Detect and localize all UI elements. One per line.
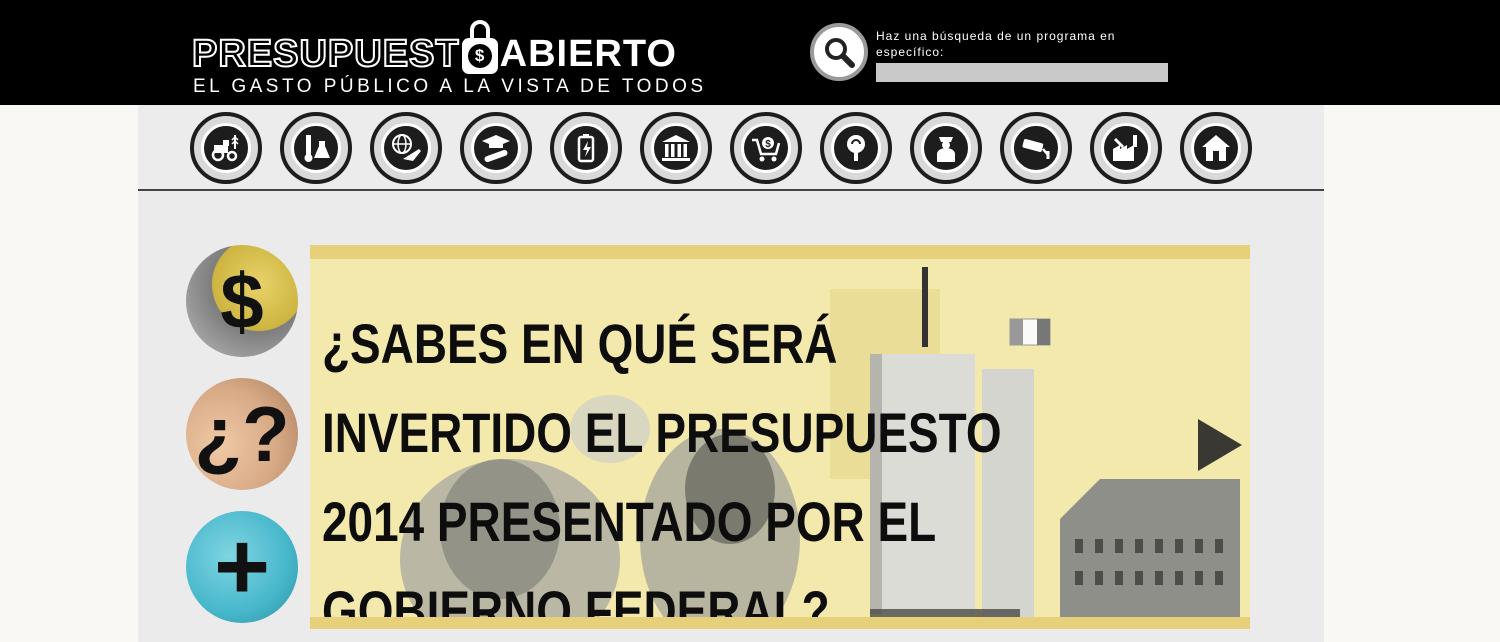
headline-line: 2014 PRESENTADO POR EL — [322, 490, 937, 553]
logo-dollar: $ — [467, 44, 492, 68]
side-button-plus[interactable]: + — [186, 511, 298, 623]
search-button[interactable] — [810, 23, 868, 81]
category-security-button[interactable] — [910, 112, 982, 184]
open-lock-icon: $ — [461, 20, 498, 76]
category-agriculture-button[interactable] — [190, 112, 262, 184]
category-government-button[interactable] — [640, 112, 712, 184]
category-economy-button[interactable]: $ — [730, 112, 802, 184]
headline-line: INVERTIDO EL PRESUPUESTO — [322, 401, 1002, 464]
police-officer-icon — [937, 137, 955, 162]
play-arrow-icon[interactable] — [1198, 419, 1242, 471]
category-energy-button[interactable] — [550, 112, 622, 184]
search-icon — [825, 38, 855, 68]
category-nav: $ — [138, 105, 1324, 191]
presupuesto-abierto-logo[interactable]: PRESUPUEST $ ABIERTO EL GASTO PÚBLICO A … — [191, 6, 703, 98]
category-science-button[interactable] — [280, 112, 352, 184]
category-housing-button[interactable] — [1180, 112, 1252, 184]
side-button-question[interactable]: ¿? — [186, 378, 298, 490]
recycle-tree-icon — [847, 135, 865, 161]
plus-icon: + — [213, 513, 271, 620]
headline-line: ¿SABES EN QUÉ SERÁ — [322, 312, 838, 375]
logo-tagline: EL GASTO PÚBLICO A LA VISTA DE TODOS — [193, 76, 707, 97]
content-panel: $ $ ¿? + ¿SABES EN QUÉ SERÁ INVERTIDO EL… — [138, 105, 1324, 642]
dollar-icon: $ — [220, 257, 264, 345]
question-icon: ¿? — [194, 390, 290, 478]
category-industry-button[interactable] — [1090, 112, 1162, 184]
factory-wrench-icon — [1113, 135, 1137, 161]
site-header: PRESUPUEST $ ABIERTO EL GASTO PÚBLICO A … — [0, 0, 1500, 105]
category-surveillance-button[interactable] — [1000, 112, 1072, 184]
tractor-wheat-icon — [211, 135, 239, 162]
graduation-cap-diploma-icon — [482, 135, 510, 163]
category-environment-button[interactable] — [820, 112, 892, 184]
side-button-dollar[interactable]: $ — [186, 245, 298, 357]
svg-text:$: $ — [765, 139, 771, 150]
hero-banner[interactable]: ¿SABES EN QUÉ SERÁ INVERTIDO EL PRESUPUE… — [310, 245, 1250, 629]
logo-text-presupuest: PRESUPUEST — [191, 33, 460, 75]
banner-headline: ¿SABES EN QUÉ SERÁ INVERTIDO EL PRESUPUE… — [322, 299, 1011, 629]
house-icon — [1202, 135, 1230, 161]
shopping-cart-money-icon: $ — [752, 137, 781, 162]
category-international-button[interactable] — [370, 112, 442, 184]
government-building-icon — [662, 135, 690, 161]
globe-plane-icon — [392, 134, 421, 161]
thermometer-flask-icon — [304, 135, 330, 162]
headline-line: GOBIERNO FEDERAL? — [322, 579, 830, 629]
search-input[interactable] — [876, 63, 1168, 82]
security-camera-icon — [1022, 138, 1050, 159]
battery-bolt-icon — [577, 134, 595, 163]
category-education-button[interactable] — [460, 112, 532, 184]
logo-text-abierto: ABIERTO — [499, 33, 677, 75]
search-hint: Haz una búsqueda de un programa en espec… — [876, 29, 1116, 59]
